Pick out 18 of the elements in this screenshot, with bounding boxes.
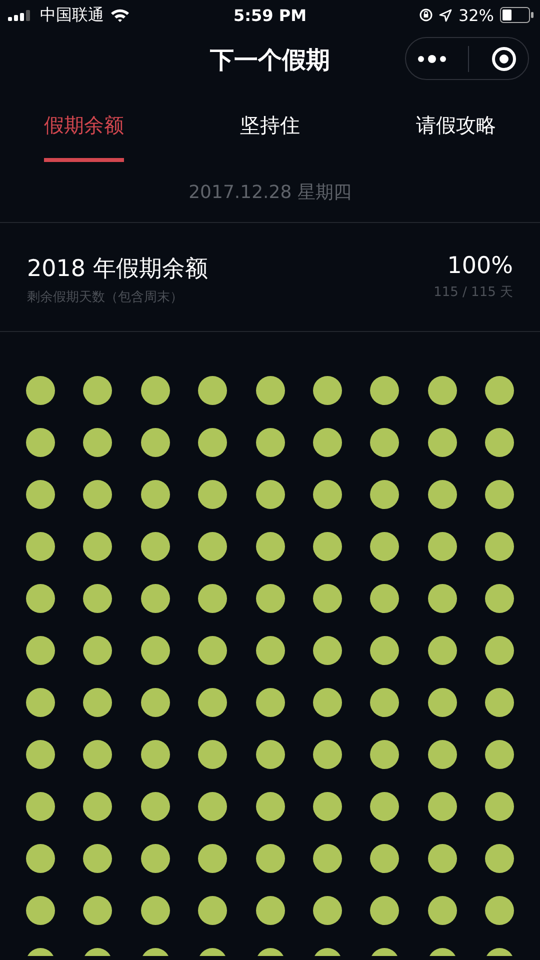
tab[interactable]: 坚持住	[240, 90, 300, 162]
carrier-name: 中国联通	[40, 4, 104, 26]
rotation-lock-icon	[419, 8, 434, 22]
location-arrow-icon	[439, 8, 452, 22]
close-icon[interactable]	[491, 46, 518, 72]
wifi-icon	[110, 8, 130, 22]
clock-time: 5:59 PM	[234, 6, 306, 24]
tab[interactable]: 假期余额	[44, 90, 124, 162]
summary-title: 2018 年假期余额	[27, 255, 208, 284]
battery-percent: 32%	[458, 6, 494, 24]
summary-subtitle: 剩余假期天数（包含周末）	[27, 289, 183, 306]
page-title: 下一个假期	[210, 45, 330, 76]
tab[interactable]: 请假攻略	[416, 90, 496, 162]
day-count: 115 / 115 天	[434, 284, 513, 301]
battery-icon	[500, 7, 534, 23]
more-icon[interactable]	[416, 54, 447, 64]
current-date: 2017.12.28 星期四	[0, 162, 540, 223]
percent-value: 100%	[447, 253, 513, 279]
